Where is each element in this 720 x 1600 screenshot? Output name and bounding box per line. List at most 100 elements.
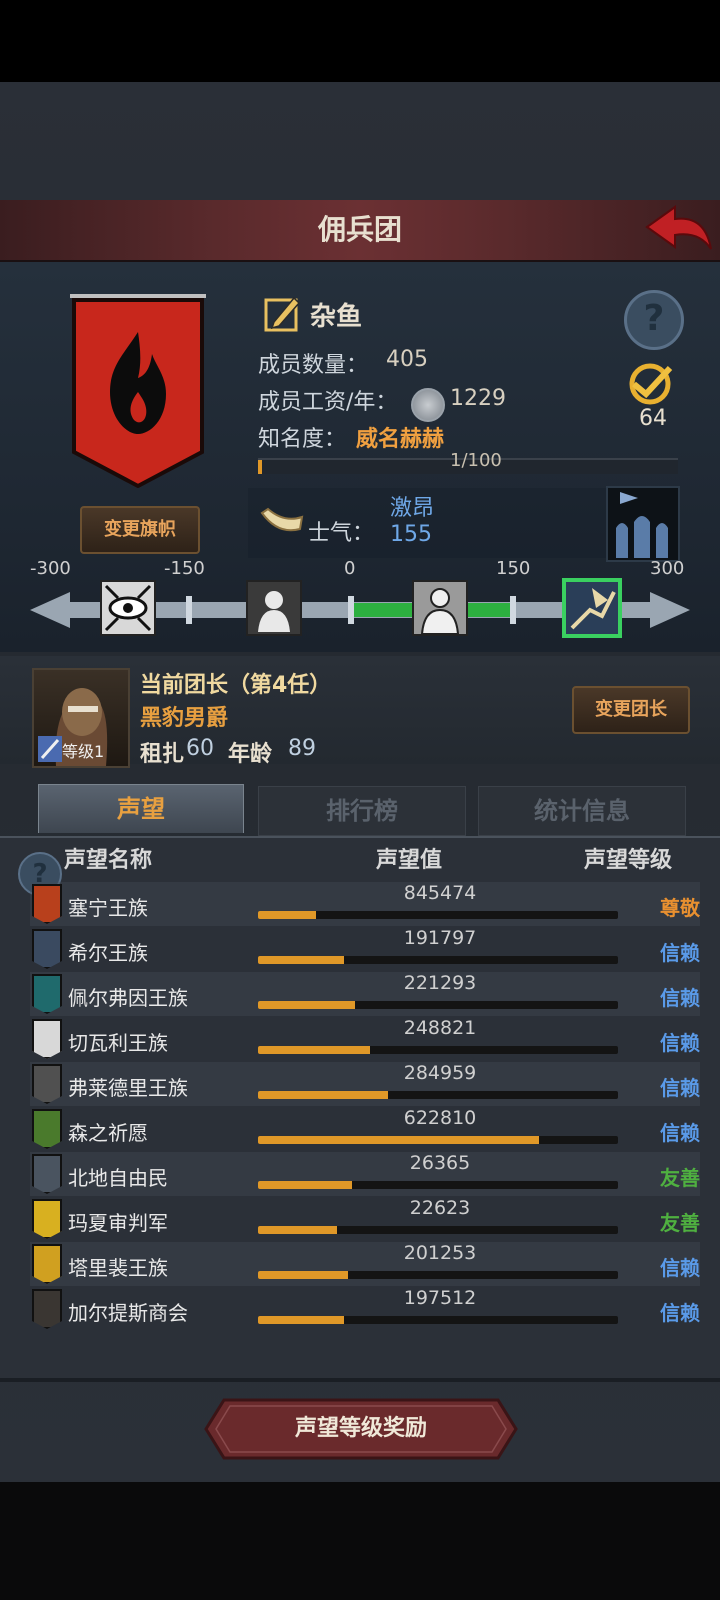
leader-name: 黑豹男爵 — [140, 706, 229, 731]
faction-name: 塞宁王族 — [68, 896, 148, 920]
reputation-progress-bar — [258, 1226, 618, 1234]
reputation-row[interactable]: 切瓦利王族 248821 信赖 — [30, 1017, 700, 1061]
morale-tick-label: 0 — [344, 558, 356, 579]
faction-crest-icon — [32, 1109, 62, 1149]
reputation-row[interactable]: 加尔提斯商会 197512 信赖 — [30, 1287, 700, 1331]
leader-race: 租扎 — [140, 742, 185, 767]
reputation-progress-bar — [258, 1046, 618, 1054]
reputation-reward-label: 声望等级奖励 — [294, 1416, 427, 1441]
reputation-progress-fill — [258, 956, 345, 964]
reputation-progress-fill — [258, 1271, 348, 1279]
reputation-progress-fill — [258, 911, 316, 919]
faction-crest-icon — [32, 1019, 62, 1059]
reputation-level: 信赖 — [660, 986, 700, 1010]
reputation-level: 友善 — [660, 1166, 700, 1190]
reputation-level: 信赖 — [660, 1076, 700, 1100]
reputation-progress-bar — [258, 1001, 618, 1009]
reputation-level: 信赖 — [660, 941, 700, 965]
reputation-progress-bar — [258, 1181, 618, 1189]
reputation-level: 友善 — [660, 1211, 700, 1235]
morale-tick-label: -300 — [30, 558, 71, 579]
faction-name: 玛夏审判军 — [68, 1211, 168, 1235]
reputation-row[interactable]: 玛夏审判军 22623 友善 — [30, 1197, 700, 1241]
faction-crest-icon — [32, 884, 62, 924]
members-value: 405 — [386, 347, 428, 372]
morale-tick-label: -150 — [164, 558, 205, 579]
badge-check-icon[interactable] — [620, 360, 680, 408]
horn-icon — [260, 507, 304, 532]
salary-label: 成员工资/年： — [258, 390, 398, 415]
faction-crest-icon — [32, 1289, 62, 1329]
guild-banner-flame-icon — [70, 294, 206, 488]
faction-crest-icon — [32, 1064, 62, 1104]
bottom-area — [0, 1482, 720, 1600]
page-title: 佣兵团 — [317, 213, 402, 246]
help-icon[interactable]: ? — [624, 290, 684, 350]
faction-crest-icon — [32, 1199, 62, 1239]
reputation-row[interactable]: 塔里裴王族 201253 信赖 — [30, 1242, 700, 1286]
reputation-row[interactable]: 塞宁王族 845474 尊敬 — [30, 882, 700, 926]
morale-state: 激昂 — [390, 496, 435, 521]
leader-level: 等级1 — [62, 742, 105, 761]
leader-age-label: 年龄 — [228, 742, 273, 767]
tab-statistics[interactable]: 统计信息 — [478, 786, 686, 836]
fame-value: 威名赫赫 — [356, 427, 445, 452]
leader-race-value: 60 — [186, 736, 214, 761]
faction-name: 佩尔弗因王族 — [68, 986, 188, 1010]
morale-despair-eye-icon[interactable] — [100, 580, 156, 636]
header-reputation-level: 声望等级 — [584, 848, 673, 873]
reputation-level: 尊敬 — [660, 896, 700, 920]
header-reputation-value: 声望值 — [376, 848, 443, 873]
change-leader-button[interactable]: 变更团长 — [572, 686, 690, 734]
faction-crest-icon — [32, 974, 62, 1014]
reputation-progress-fill — [258, 1181, 352, 1189]
reputation-value: 248821 — [403, 1017, 477, 1039]
reputation-progress-bar — [258, 911, 618, 919]
reputation-value: 221293 — [403, 972, 477, 994]
fame-progress-text: 1/100 — [450, 450, 502, 471]
reputation-level: 信赖 — [660, 1031, 700, 1055]
reputation-progress-fill — [258, 1136, 539, 1144]
leader-age-value: 89 — [288, 736, 316, 761]
reputation-value: 197512 — [403, 1287, 477, 1309]
reputation-row[interactable]: 森之祈愿 622810 信赖 — [30, 1107, 700, 1151]
reputation-progress-bar — [258, 956, 618, 964]
faction-name: 加尔提斯商会 — [68, 1301, 188, 1325]
reputation-value: 191797 — [403, 927, 477, 949]
reputation-progress-bar — [258, 1316, 618, 1324]
reputation-value: 284959 — [403, 1062, 477, 1084]
reputation-progress-fill — [258, 1091, 388, 1099]
morale-normal-icon[interactable] — [412, 580, 468, 636]
leader-heading: 当前团长（第4任） — [140, 673, 332, 698]
faction-name: 森之祈愿 — [68, 1121, 148, 1145]
members-label: 成员数量： — [258, 353, 369, 378]
reputation-progress-bar — [258, 1091, 618, 1099]
guild-name: 杂鱼 — [310, 302, 363, 332]
silver-coin-icon — [411, 388, 445, 422]
badge-count: 64 — [639, 406, 667, 431]
morale-low-icon[interactable] — [246, 580, 302, 636]
army-icon[interactable] — [606, 486, 680, 562]
reputation-level: 信赖 — [660, 1121, 700, 1145]
reputation-row[interactable]: 弗莱德里王族 284959 信赖 — [30, 1062, 700, 1106]
reputation-row[interactable]: 希尔王族 191797 信赖 — [30, 927, 700, 971]
change-banner-button[interactable]: 变更旗帜 — [80, 506, 200, 554]
back-arrow-icon[interactable] — [645, 205, 715, 255]
morale-tick-label: 300 — [650, 558, 685, 579]
reputation-row[interactable]: 北地自由民 26365 友善 — [30, 1152, 700, 1196]
reputation-progress-fill — [258, 1226, 338, 1234]
faction-name: 弗莱德里王族 — [68, 1076, 188, 1100]
tab-reputation[interactable]: 声望 — [38, 784, 244, 833]
faction-crest-icon — [32, 1154, 62, 1194]
morale-tick-label: 150 — [496, 558, 531, 579]
tab-ranking[interactable]: 排行榜 — [258, 786, 466, 836]
reputation-progress-bar — [258, 1271, 618, 1279]
morale-high-icon[interactable] — [562, 578, 622, 638]
divider — [0, 1378, 720, 1382]
morale-label: 士气： — [308, 521, 375, 546]
reputation-progress-fill — [258, 1316, 345, 1324]
morale-value: 155 — [390, 522, 432, 547]
edit-name-icon[interactable] — [264, 294, 302, 332]
faction-name: 希尔王族 — [68, 941, 148, 965]
reputation-row[interactable]: 佩尔弗因王族 221293 信赖 — [30, 972, 700, 1016]
